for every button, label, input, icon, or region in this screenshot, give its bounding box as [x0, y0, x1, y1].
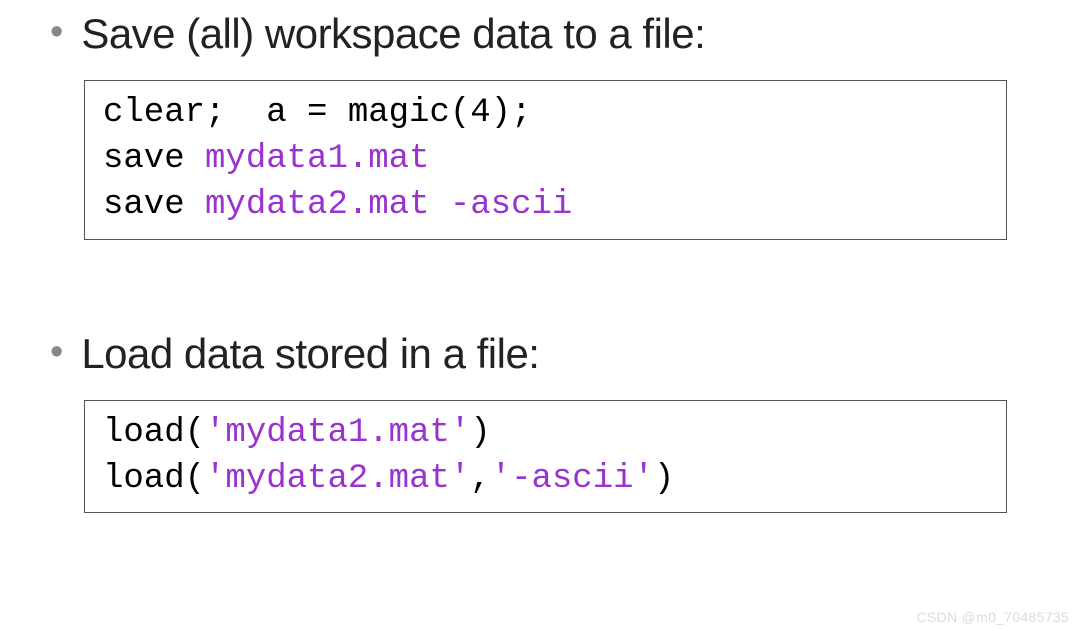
code-filename: mydata1.mat	[205, 140, 429, 178]
bullet-dot-icon: •	[50, 13, 63, 51]
code-keyword: save	[103, 186, 205, 224]
bullet-item-save: • Save (all) workspace data to a file:	[50, 10, 1037, 58]
code-text: clear; a = magic(4);	[103, 94, 531, 132]
heading-load: Load data stored in a file:	[81, 330, 539, 378]
code-text: load(	[103, 460, 205, 498]
bullet-dot-icon: •	[50, 333, 63, 371]
code-string: '-ascii'	[491, 460, 654, 498]
code-block-load: load('mydata1.mat') load('mydata2.mat','…	[84, 400, 1007, 514]
watermark: CSDN @m0_70485735	[917, 609, 1069, 625]
heading-save: Save (all) workspace data to a file:	[81, 10, 705, 58]
code-text: )	[654, 460, 674, 498]
code-text: ,	[470, 460, 490, 498]
code-keyword: save	[103, 140, 205, 178]
section-load: • Load data stored in a file: load('myda…	[50, 330, 1037, 514]
code-string: 'mydata1.mat'	[205, 414, 470, 452]
code-string: 'mydata2.mat'	[205, 460, 470, 498]
code-filename: mydata2.mat -ascii	[205, 186, 572, 224]
code-block-save: clear; a = magic(4); save mydata1.mat sa…	[84, 80, 1007, 240]
bullet-item-load: • Load data stored in a file:	[50, 330, 1037, 378]
code-text: )	[470, 414, 490, 452]
section-save: • Save (all) workspace data to a file: c…	[50, 0, 1037, 240]
code-text: load(	[103, 414, 205, 452]
